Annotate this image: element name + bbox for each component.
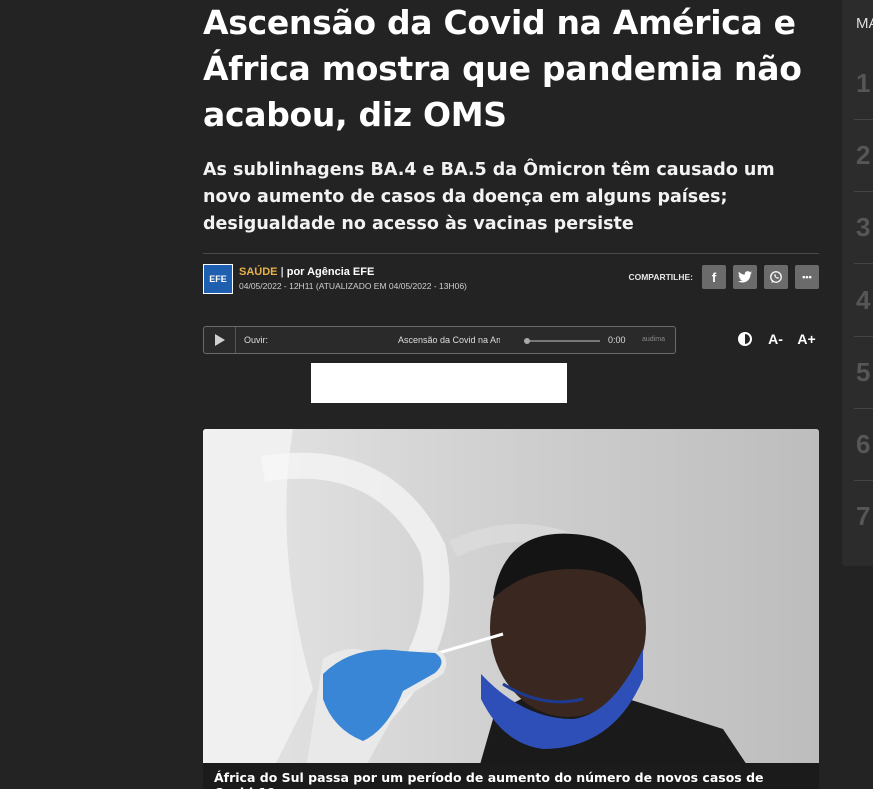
sidebar-title: MA	[856, 15, 873, 32]
increase-font-button[interactable]: A+	[794, 326, 819, 351]
facebook-share-button[interactable]: f	[702, 265, 726, 289]
more-share-button[interactable]: •••	[795, 265, 819, 289]
most-read-item-1[interactable]: 1	[856, 68, 870, 99]
article: Ascensão da Covid na América e África mo…	[203, 0, 819, 789]
article-subheadline: As sublinhagens BA.4 e BA.5 da Ômicron t…	[203, 160, 775, 234]
playback-time: 0:00	[608, 335, 626, 345]
divider	[854, 480, 873, 481]
most-read-item-4[interactable]: 4	[856, 285, 870, 316]
divider	[854, 263, 873, 264]
most-read-item-6[interactable]: 6	[856, 429, 870, 460]
most-read-sidebar: MA 1 2 3 4 5 6 7	[842, 0, 873, 566]
most-read-item-2[interactable]: 2	[856, 140, 870, 171]
progress-slider[interactable]	[524, 338, 600, 344]
most-read-item-7[interactable]: 7	[856, 501, 870, 532]
share-label: COMPARTILHE:	[628, 272, 693, 282]
whatsapp-share-button[interactable]	[764, 265, 788, 289]
contrast-icon	[737, 331, 752, 346]
divider	[203, 253, 819, 254]
play-icon	[214, 334, 225, 346]
article-headline: Ascensão da Covid na América e África mo…	[203, 3, 802, 134]
category-link[interactable]: SAÚDE	[239, 266, 278, 278]
ad-placeholder	[311, 363, 567, 403]
whatsapp-icon	[770, 271, 782, 283]
publish-date: 04/05/2022 - 12H11 (ATUALIZADO EM 04/05/…	[239, 281, 467, 291]
divider	[854, 191, 873, 192]
divider	[854, 119, 873, 120]
article-photo: África do Sul passa por um período de au…	[203, 429, 819, 789]
play-button[interactable]	[204, 327, 236, 353]
agency-logo: EFE	[203, 264, 233, 294]
facebook-icon: f	[711, 269, 717, 285]
twitter-icon	[738, 271, 752, 283]
listen-label: Ouvir:	[244, 335, 269, 345]
audio-player: Ouvir: Ascensão da Covid na América e Áf…	[203, 326, 676, 354]
twitter-share-button[interactable]	[733, 265, 757, 289]
reading-tools: A- A+	[732, 326, 819, 351]
contrast-button[interactable]	[732, 326, 757, 351]
most-read-item-5[interactable]: 5	[856, 357, 870, 388]
most-read-item-3[interactable]: 3	[856, 212, 870, 243]
author: por Agência EFE	[286, 266, 375, 278]
divider	[854, 408, 873, 409]
share-bar: COMPARTILHE: f •••	[628, 265, 819, 289]
player-brand: audima	[642, 336, 665, 343]
more-icon: •••	[802, 272, 812, 282]
byline-separator: |	[280, 266, 284, 278]
covid-test-photo	[203, 429, 819, 789]
track-title: Ascensão da Covid na América e África mo…	[398, 335, 500, 345]
photo-caption: África do Sul passa por um período de au…	[203, 763, 819, 789]
progress-handle[interactable]	[524, 338, 530, 344]
article-meta: EFE SAÚDE | por Agência EFE 04/05/2022 -…	[203, 264, 819, 296]
byline: SAÚDE | por Agência EFE	[239, 266, 374, 278]
divider	[854, 336, 873, 337]
decrease-font-button[interactable]: A-	[763, 326, 788, 351]
